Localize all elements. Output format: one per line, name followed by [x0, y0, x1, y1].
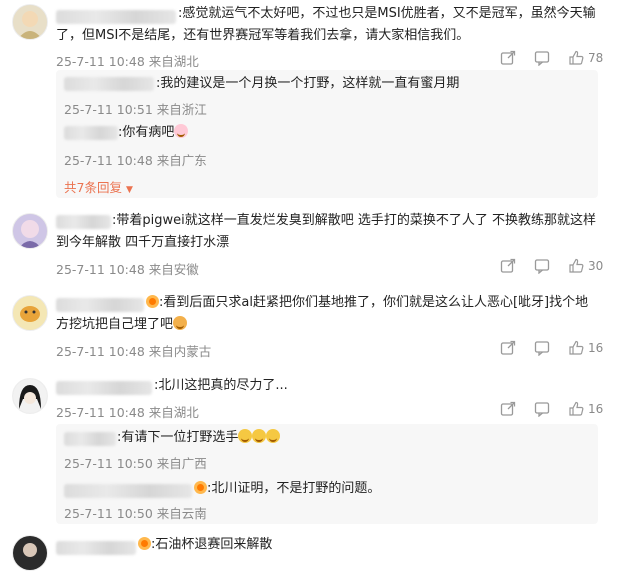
reply-meta: 25-7-11 10:48 来自广东: [64, 153, 207, 168]
like-button[interactable]: 16: [568, 340, 603, 356]
reply-meta: 25-7-11 10:50 来自广西: [64, 456, 207, 471]
comment-text: :带着pigwei就这样一直发烂发臭到解散吧 选手打的菜换不了人了 不换教练那就…: [112, 213, 597, 228]
comment-button[interactable]: [534, 401, 550, 417]
comment-meta: 25-7-11 10:48 来自安徽: [56, 262, 199, 277]
comment-actions: 16: [500, 340, 603, 356]
username-blurred[interactable]: [64, 484, 192, 498]
share-button[interactable]: [500, 258, 516, 274]
fan-badge-icon: [146, 295, 159, 308]
avatar[interactable]: [12, 378, 48, 414]
thumbs-up-icon: [569, 340, 584, 355]
share-icon: [500, 50, 516, 65]
comment-text: 到今年解散 四千万直接打水漂: [56, 235, 230, 250]
comment-icon: [534, 402, 550, 417]
comment-text: :石油杯退赛回来解散: [138, 534, 272, 556]
comment-text: :感觉就运气不太好吧，不过也只是MSI优胜者，又不是冠军，虽然今天输: [178, 6, 596, 21]
comment-icon: [534, 51, 550, 66]
avatar[interactable]: [12, 295, 48, 331]
avatar[interactable]: [12, 535, 48, 571]
username-blurred[interactable]: [56, 298, 144, 312]
comment-text: :看到后面只求al赶紧把你们基地推了，你们就是这么让人恶心[呲牙]找个地: [146, 292, 588, 314]
share-button[interactable]: [500, 340, 516, 356]
fan-badge-icon: [138, 537, 151, 550]
like-count: 78: [588, 51, 604, 65]
username-blurred[interactable]: [64, 432, 116, 446]
comment-meta: 25-7-11 10:48 来自内蒙古: [56, 344, 212, 359]
share-icon: [500, 258, 516, 273]
username-blurred[interactable]: [64, 126, 118, 140]
comment-actions: 78: [500, 50, 603, 66]
like-button[interactable]: 16: [568, 401, 603, 417]
comment-icon: [534, 341, 550, 356]
chevron-down-icon: ▼: [125, 185, 133, 195]
comment-meta: 25-7-11 10:48 来自湖北: [56, 405, 199, 420]
like-button[interactable]: 30: [568, 258, 603, 274]
grin-emoji-icon: [266, 429, 281, 443]
avatar[interactable]: [12, 4, 48, 40]
comment-actions: 30: [500, 258, 603, 274]
comment-text: :北川这把真的尽力了...: [154, 378, 288, 393]
reply-text: :我的建议是一个月换一个打野，这样就一直有蜜月期: [156, 76, 460, 91]
username-blurred[interactable]: [64, 77, 154, 91]
more-replies-link[interactable]: 共7条回复 ▼: [64, 177, 133, 196]
cookie-emoji-icon: [173, 316, 188, 330]
like-count: 16: [588, 341, 604, 355]
comment-button[interactable]: [534, 50, 550, 66]
comment-button[interactable]: [534, 258, 550, 274]
like-count: 30: [588, 259, 604, 273]
share-icon: [500, 340, 516, 355]
grin-emoji-icon: [238, 429, 253, 443]
thumbs-up-icon: [569, 401, 584, 416]
share-button[interactable]: [500, 401, 516, 417]
reply-text: :你有病吧: [118, 122, 189, 144]
thumbs-up-icon: [569, 50, 584, 65]
share-button[interactable]: [500, 50, 516, 66]
like-count: 16: [588, 402, 604, 416]
comment-actions: 16: [500, 401, 603, 417]
username-blurred[interactable]: [56, 381, 152, 395]
grin-emoji-icon: [252, 429, 267, 443]
rabbit-emoji-icon: [174, 124, 189, 138]
reply-meta: 25-7-11 10:51 来自浙江: [64, 102, 207, 117]
comment-icon: [534, 259, 550, 274]
like-button[interactable]: 78: [568, 50, 603, 66]
avatar[interactable]: [12, 213, 48, 249]
reply-meta: 25-7-11 10:50 来自云南: [64, 506, 207, 521]
comment-button[interactable]: [534, 340, 550, 356]
share-icon: [500, 401, 516, 416]
fan-badge-icon: [194, 481, 207, 494]
comment-text: 了，但MSI不是结尾，还有世界赛冠军等着我们去拿，请大家相信我们。: [56, 28, 470, 43]
thumbs-up-icon: [569, 258, 584, 273]
username-blurred[interactable]: [56, 10, 176, 24]
username-blurred[interactable]: [56, 541, 136, 555]
reply-text: :有请下一位打野选手: [117, 427, 281, 449]
comment-text: 方挖坑把自己埋了吧: [56, 314, 188, 336]
comment-meta: 25-7-11 10:48 来自湖北: [56, 54, 199, 69]
reply-text: :北川证明，不是打野的问题。: [194, 478, 380, 500]
username-blurred[interactable]: [56, 215, 111, 229]
